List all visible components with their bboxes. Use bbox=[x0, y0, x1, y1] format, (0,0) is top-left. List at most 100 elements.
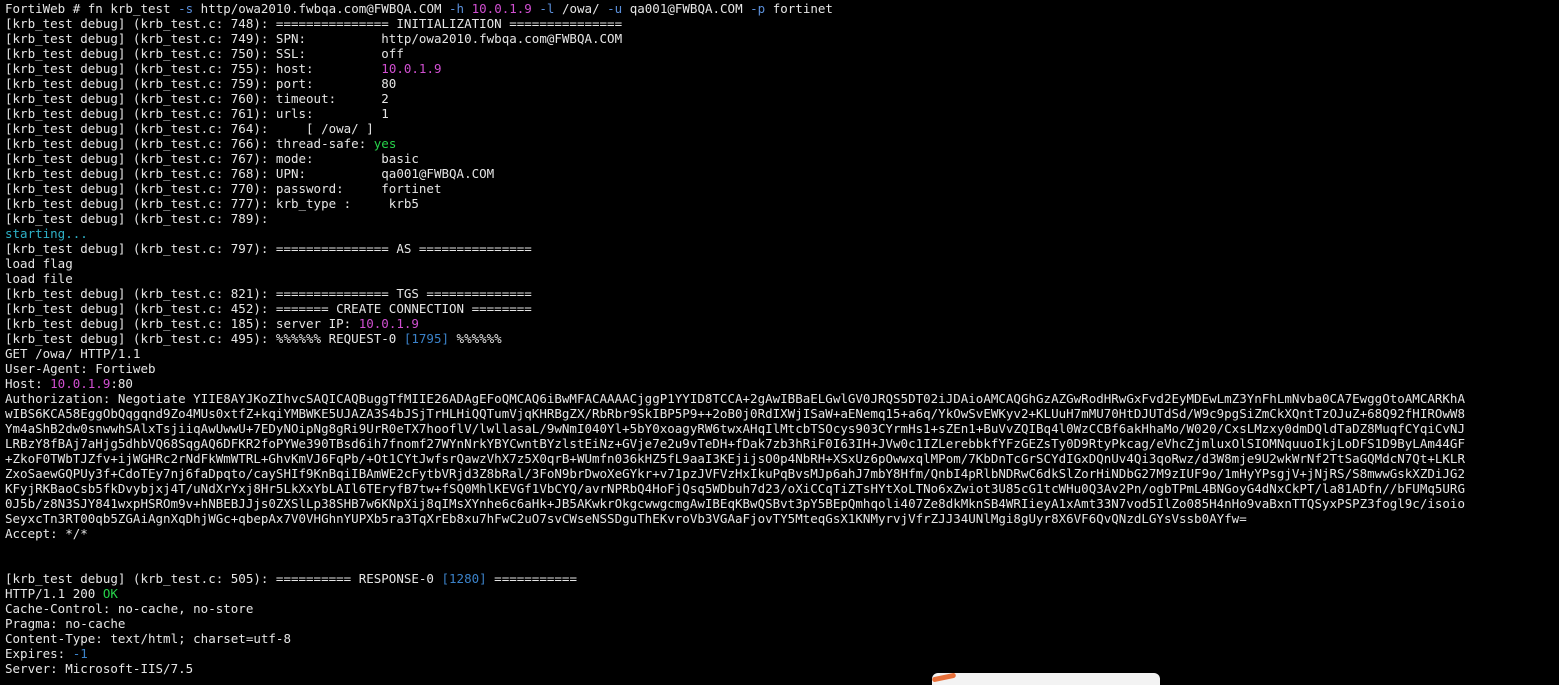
terminal-text: load flag bbox=[5, 256, 73, 271]
terminal-token-arg: -u bbox=[607, 1, 623, 16]
terminal-line: [krb_test debug] (krb_test.c: 789): bbox=[5, 211, 1557, 226]
terminal-text: fortinet bbox=[765, 1, 833, 16]
terminal-text: SeyxcTn3RT00qb5ZGAiAgnXqDhjWGc+qbepAx7V0… bbox=[5, 511, 1247, 526]
terminal-line: [krb_test debug] (krb_test.c: 505): ====… bbox=[5, 571, 1557, 586]
terminal-token-num: -1 bbox=[72, 646, 88, 661]
terminal-text: [krb_test debug] (krb_test.c: 821): ====… bbox=[5, 286, 532, 301]
terminal-text: [krb_test debug] (krb_test.c: 777): krb_… bbox=[5, 196, 419, 211]
terminal-token-ip: 10.0.1.9 bbox=[50, 376, 111, 391]
terminal-text: [krb_test debug] (krb_test.c: 750): SSL:… bbox=[5, 46, 404, 61]
terminal-line: Pragma: no-cache bbox=[5, 616, 1557, 631]
terminal-line: ZxoSaewGQPUy3f+CdoTEy7nj6faDpqto/caySHIf… bbox=[5, 466, 1557, 481]
terminal-token-arg: -p bbox=[750, 1, 766, 16]
terminal-text: qa001@FWBQA.COM bbox=[622, 1, 751, 16]
terminal-token-num: [1280] bbox=[441, 571, 487, 586]
terminal-text: Server: Microsoft-IIS/7.5 bbox=[5, 661, 194, 676]
terminal-token-green: yes bbox=[373, 136, 397, 151]
terminal-text: Pragma: no-cache bbox=[5, 616, 126, 631]
terminal-text: [krb_test debug] (krb_test.c: 767): mode… bbox=[5, 151, 419, 166]
terminal-text: =========== bbox=[486, 571, 577, 586]
terminal-text: Expires: bbox=[5, 646, 73, 661]
terminal-line: [krb_test debug] (krb_test.c: 452): ====… bbox=[5, 301, 1557, 316]
terminal-line: [krb_test debug] (krb_test.c: 750): SSL:… bbox=[5, 46, 1557, 61]
terminal-text: FortiWeb # fn krb_test bbox=[5, 1, 179, 16]
terminal-text: [krb_test debug] (krb_test.c: 495): %%%%… bbox=[5, 331, 404, 346]
terminal-line: [krb_test debug] (krb_test.c: 777): krb_… bbox=[5, 196, 1557, 211]
terminal-line: [krb_test debug] (krb_test.c: 797): ====… bbox=[5, 241, 1557, 256]
terminal-line: 0J5b/z8N3SJY841wxpHSROm9v+hNBEBJJjs0ZXSl… bbox=[5, 496, 1557, 511]
terminal-output[interactable]: FortiWeb # fn krb_test -s http/owa2010.f… bbox=[5, 1, 1557, 676]
terminal-line: GET /owa/ HTTP/1.1 bbox=[5, 346, 1557, 361]
terminal-line: wIBS6KCA58EggObQqgqnd9Zo4MUs0xtfZ+kqiYMB… bbox=[5, 406, 1557, 421]
terminal-text: [krb_test debug] (krb_test.c: 185): serv… bbox=[5, 316, 359, 331]
terminal-token-num: [1795] bbox=[403, 331, 450, 346]
terminal-line: [krb_test debug] (krb_test.c: 767): mode… bbox=[5, 151, 1557, 166]
terminal-text: [krb_test debug] (krb_test.c: 770): pass… bbox=[5, 181, 442, 196]
terminal-line: HTTP/1.1 200 OK bbox=[5, 586, 1557, 601]
terminal-line: Accept: */* bbox=[5, 526, 1557, 541]
terminal-line: Cache-Control: no-cache, no-store bbox=[5, 601, 1557, 616]
terminal-line: [krb_test debug] (krb_test.c: 764): [ /o… bbox=[5, 121, 1557, 136]
terminal-line: [krb_test debug] (krb_test.c: 185): serv… bbox=[5, 316, 1557, 331]
terminal-text: [krb_test debug] (krb_test.c: 759): port… bbox=[5, 76, 397, 91]
terminal-text: [krb_test debug] (krb_test.c: 505): ====… bbox=[5, 571, 442, 586]
terminal-text: [krb_test debug] (krb_test.c: 452): ====… bbox=[5, 301, 532, 316]
terminal-text: http/owa2010.fwbqa.com@FWBQA.COM bbox=[193, 1, 450, 16]
terminal-text: [krb_test debug] (krb_test.c: 760): time… bbox=[5, 91, 389, 106]
terminal-text: Content-Type: text/html; charset=utf-8 bbox=[5, 631, 291, 646]
terminal-text: [krb_test debug] (krb_test.c: 761): urls… bbox=[5, 106, 389, 121]
terminal-line: starting... bbox=[5, 226, 1557, 241]
terminal-token-cyan: starting... bbox=[5, 226, 88, 241]
terminal-line: [krb_test debug] (krb_test.c: 768): UPN:… bbox=[5, 166, 1557, 181]
arrow-accent-icon bbox=[931, 672, 957, 683]
terminal-token-arg: -l bbox=[539, 1, 555, 16]
terminal-line: [krb_test debug] (krb_test.c: 821): ====… bbox=[5, 286, 1557, 301]
terminal-text: +ZkoF0TWbTJZfv+ijWGHRc2rNdFkWmWTRL+GhvKm… bbox=[5, 451, 1465, 466]
terminal-text: Accept: */* bbox=[5, 526, 88, 541]
terminal-text: %%%%%% bbox=[449, 331, 502, 346]
terminal-text: [krb_test debug] (krb_test.c: 766): thre… bbox=[5, 136, 374, 151]
terminal-text: 0J5b/z8N3SJY841wxpHSROm9v+hNBEBJJjs0ZXSl… bbox=[5, 496, 1465, 511]
terminal-line: load flag bbox=[5, 256, 1557, 271]
terminal-text: [krb_test debug] (krb_test.c: 768): UPN:… bbox=[5, 166, 495, 181]
terminal-text: [krb_test debug] (krb_test.c: 797): ====… bbox=[5, 241, 532, 256]
terminal-text: [krb_test debug] (krb_test.c: 748): ====… bbox=[5, 16, 623, 31]
terminal-text: Ym4aShB2dw0snwwhSAlxTsjiiqAwUwwU+7EDyNOi… bbox=[5, 421, 1465, 436]
terminal-text: HTTP/1.1 200 bbox=[5, 586, 103, 601]
terminal-token-arg: -h bbox=[449, 1, 465, 16]
terminal-token-ip: 10.0.1.9 bbox=[471, 1, 532, 16]
terminal-text: :80 bbox=[110, 376, 133, 391]
terminal-token-ip: 10.0.1.9 bbox=[358, 316, 419, 331]
terminal-text: Cache-Control: no-cache, no-store bbox=[5, 601, 254, 616]
bottom-overlay-widget bbox=[931, 672, 1160, 685]
terminal-line: [krb_test debug] (krb_test.c: 760): time… bbox=[5, 91, 1557, 106]
terminal-line: [krb_test debug] (krb_test.c: 759): port… bbox=[5, 76, 1557, 91]
terminal-line: Content-Type: text/html; charset=utf-8 bbox=[5, 631, 1557, 646]
terminal-line: Authorization: Negotiate YIIE8AYJKoZIhvc… bbox=[5, 391, 1557, 406]
terminal-line: Host: 10.0.1.9:80 bbox=[5, 376, 1557, 391]
terminal-text: KFyjRKBaoCsb5fkDvybjxj4T/uNdXrYxj8Hr5LkX… bbox=[5, 481, 1465, 496]
terminal-line: [krb_test debug] (krb_test.c: 748): ====… bbox=[5, 16, 1557, 31]
terminal-text: User-Agent: Fortiweb bbox=[5, 361, 156, 376]
terminal-text: Authorization: Negotiate YIIE8AYJKoZIhvc… bbox=[5, 391, 1465, 406]
terminal-line: load file bbox=[5, 271, 1557, 286]
terminal-text: wIBS6KCA58EggObQqgqnd9Zo4MUs0xtfZ+kqiYMB… bbox=[5, 406, 1465, 421]
terminal-line: [krb_test debug] (krb_test.c: 761): urls… bbox=[5, 106, 1557, 121]
terminal-text: load file bbox=[5, 271, 73, 286]
terminal-line: User-Agent: Fortiweb bbox=[5, 361, 1557, 376]
terminal-text: Host: bbox=[5, 376, 51, 391]
terminal-token-ip: 10.0.1.9 bbox=[381, 61, 442, 76]
terminal-line: [krb_test debug] (krb_test.c: 770): pass… bbox=[5, 181, 1557, 196]
terminal-text: ZxoSaewGQPUy3f+CdoTEy7nj6faDpqto/caySHIf… bbox=[5, 466, 1465, 481]
terminal-line: [krb_test debug] (krb_test.c: 766): thre… bbox=[5, 136, 1557, 151]
terminal-text: GET /owa/ HTTP/1.1 bbox=[5, 346, 141, 361]
terminal-token-arg: -s bbox=[178, 1, 194, 16]
terminal-line: [krb_test debug] (krb_test.c: 749): SPN:… bbox=[5, 31, 1557, 46]
terminal-text: [krb_test debug] (krb_test.c: 755): host… bbox=[5, 61, 382, 76]
terminal-line: Server: Microsoft-IIS/7.5 bbox=[5, 661, 1557, 676]
terminal-line: FortiWeb # fn krb_test -s http/owa2010.f… bbox=[5, 1, 1557, 16]
terminal-line: +ZkoF0TWbTJZfv+ijWGHRc2rNdFkWmWTRL+GhvKm… bbox=[5, 451, 1557, 466]
